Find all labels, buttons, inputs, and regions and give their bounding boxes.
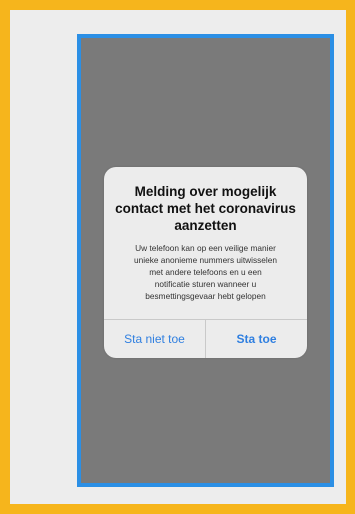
phone-screen: Melding over mogelijk contact met het co… <box>77 34 334 487</box>
deny-button[interactable]: Sta niet toe <box>104 320 205 358</box>
allow-button[interactable]: Sta toe <box>205 320 307 358</box>
dialog-actions: Sta niet toe Sta toe <box>104 319 307 358</box>
dialog-title: Melding over mogelijk contact met het co… <box>115 184 296 233</box>
permission-dialog: Melding over mogelijk contact met het co… <box>104 167 307 358</box>
outer-frame: Melding over mogelijk contact met het co… <box>0 0 355 514</box>
dialog-message: Uw telefoon kan op een veilige manier un… <box>134 243 277 301</box>
